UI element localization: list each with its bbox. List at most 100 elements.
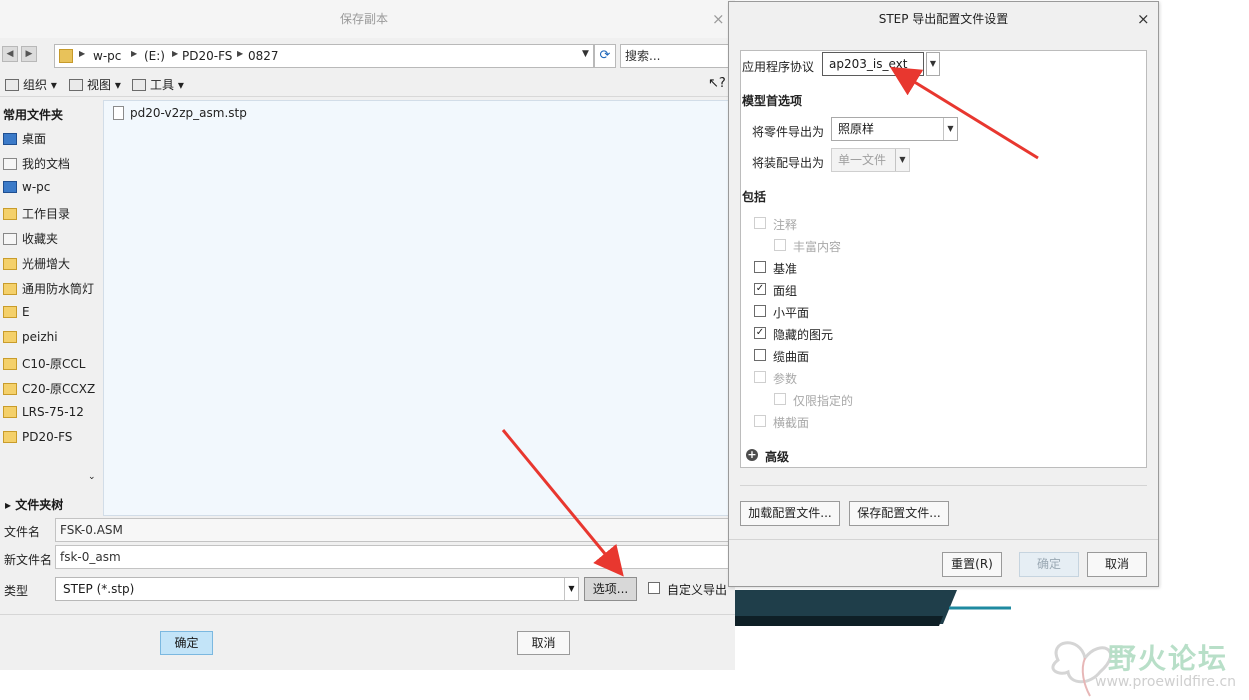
sidebar-item-folder[interactable]: PD20-FS xyxy=(3,430,72,450)
file-type-select[interactable]: STEP (*.stp) ▼ xyxy=(55,577,579,601)
close-icon[interactable]: × xyxy=(1137,2,1150,36)
refresh-icon[interactable]: ⟳ xyxy=(594,44,616,68)
sidebar-item-folder[interactable]: peizhi xyxy=(3,330,58,350)
folder-icon xyxy=(3,258,17,270)
divider xyxy=(740,485,1147,486)
sidebar-item-label: C20-原CCXZ xyxy=(22,382,96,396)
part-export-select[interactable]: 照原样 ▼ xyxy=(831,117,958,141)
cable-surfaces-checkbox[interactable] xyxy=(754,349,766,361)
part-export-label: 将零件导出为 xyxy=(752,125,825,139)
protocol-select[interactable]: ap203_is_ext ▼ xyxy=(822,52,940,76)
cancel-button[interactable]: 取消 xyxy=(517,631,570,655)
chevron-double-down-icon[interactable]: ⌄ xyxy=(88,472,96,482)
folder-tree-label: 文件夹树 xyxy=(15,498,64,512)
checkmark-icon: ✓ xyxy=(755,327,765,338)
sidebar-item-label: 工作目录 xyxy=(22,207,71,221)
navigation-row: ◀ ▶ ▶ w-pc ▶ (E:) ▶ PD20-FS ▶ 0827 ▼ ⟳ 搜… xyxy=(0,43,735,69)
back-arrow-icon[interactable]: ◀ xyxy=(2,46,18,62)
include-title: 包括 xyxy=(742,190,767,204)
tools-icon xyxy=(132,79,146,91)
sidebar-item-label: 收藏夹 xyxy=(22,232,59,246)
sidebar-item-w-pc[interactable]: w-pc xyxy=(3,180,50,200)
close-icon[interactable]: × xyxy=(712,0,725,38)
sidebar-item-documents[interactable]: 我的文档 xyxy=(3,155,70,175)
address-bar[interactable]: ▶ w-pc ▶ (E:) ▶ PD20-FS ▶ 0827 ▼ xyxy=(54,44,594,68)
sidebar-item-folder[interactable]: 光栅增大 xyxy=(3,255,70,275)
file-name: pd20-v2zp_asm.stp xyxy=(130,106,247,120)
sidebar-item-favorites[interactable]: 收藏夹 xyxy=(3,230,58,250)
options-button[interactable]: 选项... xyxy=(584,577,637,601)
folder-icon xyxy=(3,406,17,418)
folder-icon xyxy=(3,283,17,295)
new-name-input[interactable]: fsk-0_asm xyxy=(55,545,735,569)
organize-menu[interactable]: 组织 ▾ xyxy=(5,76,57,93)
file-item[interactable]: pd20-v2zp_asm.stp xyxy=(113,106,247,120)
folder-tree-toggle[interactable]: ▸ 文件夹树 xyxy=(5,496,63,513)
sidebar-item-label: 通用防水筒灯 xyxy=(22,282,95,296)
sidebar-item-label: PD20-FS xyxy=(22,430,73,444)
hidden-entities-checkbox[interactable]: ✓ xyxy=(754,327,766,339)
watermark-url: www.proewildfire.cn xyxy=(1095,674,1237,690)
breadcrumb-item[interactable]: 0827 xyxy=(248,49,279,63)
parameters-label: 参数 xyxy=(773,372,798,386)
chevron-down-icon[interactable]: ▼ xyxy=(582,49,589,59)
assembly-export-select: 单一文件 ▼ xyxy=(831,148,910,172)
breadcrumb-separator: ▶ xyxy=(131,49,138,58)
toolbar: 组织 ▾ 视图 ▾ 工具 ▾ ↖? xyxy=(0,73,735,97)
sidebar-item-working-directory[interactable]: 工作目录 xyxy=(3,205,70,225)
sidebar-item-desktop[interactable]: 桌面 xyxy=(3,130,46,150)
search-input[interactable]: 搜索... xyxy=(620,44,730,68)
tools-menu[interactable]: 工具 ▾ xyxy=(132,76,184,93)
dialog-button-bar: 确定 取消 xyxy=(0,614,735,670)
help-icon[interactable]: ↖? xyxy=(708,76,726,91)
triangle-right-icon: ▸ xyxy=(5,498,16,512)
common-folders-sidebar: 常用文件夹 桌面 我的文档 w-pc 工作目录 收藏夹 光栅增大 通用防水筒灯 … xyxy=(0,100,101,515)
computer-icon xyxy=(3,181,17,193)
specified-only-label: 仅限指定的 xyxy=(793,394,854,408)
sidebar-item-folder[interactable]: C10-原CCL xyxy=(3,355,85,375)
view-menu[interactable]: 视图 ▾ xyxy=(69,76,121,93)
breadcrumb-item[interactable]: PD20-FS xyxy=(182,49,232,63)
breadcrumb-item[interactable]: w-pc xyxy=(93,49,121,63)
file-type-value: STEP (*.stp) xyxy=(63,582,135,596)
save-copy-dialog: 保存副本 × ◀ ▶ ▶ w-pc ▶ (E:) ▶ PD20-FS ▶ 082… xyxy=(0,0,735,670)
sidebar-item-folder[interactable]: LRS-75-12 xyxy=(3,405,84,425)
chevron-down-icon[interactable]: ▼ xyxy=(926,52,940,76)
quilts-checkbox[interactable]: ✓ xyxy=(754,283,766,295)
file-icon xyxy=(113,106,124,120)
reset-button[interactable]: 重置(R) xyxy=(942,552,1002,577)
annotations-checkbox xyxy=(754,217,766,229)
step-export-config-dialog: STEP 导出配置文件设置 × 应用程序协议 ap203_is_ext ▼ 模型首… xyxy=(728,1,1159,587)
model-prefs-title: 模型首选项 xyxy=(742,94,803,108)
datums-checkbox[interactable] xyxy=(754,261,766,273)
save-config-button[interactable]: 保存配置文件... xyxy=(849,501,949,526)
facets-checkbox[interactable] xyxy=(754,305,766,317)
sidebar-item-label: E xyxy=(22,305,30,319)
sidebar-item-label: LRS-75-12 xyxy=(22,405,84,419)
sidebar-item-folder[interactable]: C20-原CCXZ xyxy=(3,380,95,400)
sidebar-item-folder[interactable]: 通用防水筒灯 xyxy=(3,280,94,300)
step-dialog-title: STEP 导出配置文件设置 xyxy=(878,12,1009,26)
quilts-label: 面组 xyxy=(773,284,798,298)
cross-sections-label: 横截面 xyxy=(773,416,810,430)
breadcrumb-separator: ▶ xyxy=(79,49,86,58)
step-cancel-button[interactable]: 取消 xyxy=(1087,552,1147,577)
step-settings-panel: 应用程序协议 ap203_is_ext ▼ 模型首选项 将零件导出为 照原样 ▼ 将… xyxy=(740,50,1147,468)
facets-label: 小平面 xyxy=(773,306,810,320)
protocol-value: ap203_is_ext xyxy=(829,57,908,71)
forward-arrow-icon[interactable]: ▶ xyxy=(21,46,37,62)
advanced-label[interactable]: 高级 xyxy=(765,448,789,465)
sidebar-item-folder[interactable]: E xyxy=(3,305,30,325)
save-dialog-title: 保存副本 xyxy=(340,12,389,26)
expand-plus-icon[interactable]: + xyxy=(746,449,758,461)
cable-surfaces-label: 缆曲面 xyxy=(773,350,810,364)
model-edge xyxy=(735,616,943,626)
rich-content-checkbox xyxy=(774,239,786,251)
ok-button[interactable]: 确定 xyxy=(160,631,213,655)
load-config-button[interactable]: 加载配置文件... xyxy=(740,501,840,526)
breadcrumb-item[interactable]: (E:) xyxy=(144,49,165,63)
file-list-pane[interactable]: pd20-v2zp_asm.stp xyxy=(103,100,735,516)
view-label: 视图 xyxy=(87,78,112,92)
custom-export-checkbox[interactable] xyxy=(648,582,660,594)
folder-icon xyxy=(3,306,17,318)
